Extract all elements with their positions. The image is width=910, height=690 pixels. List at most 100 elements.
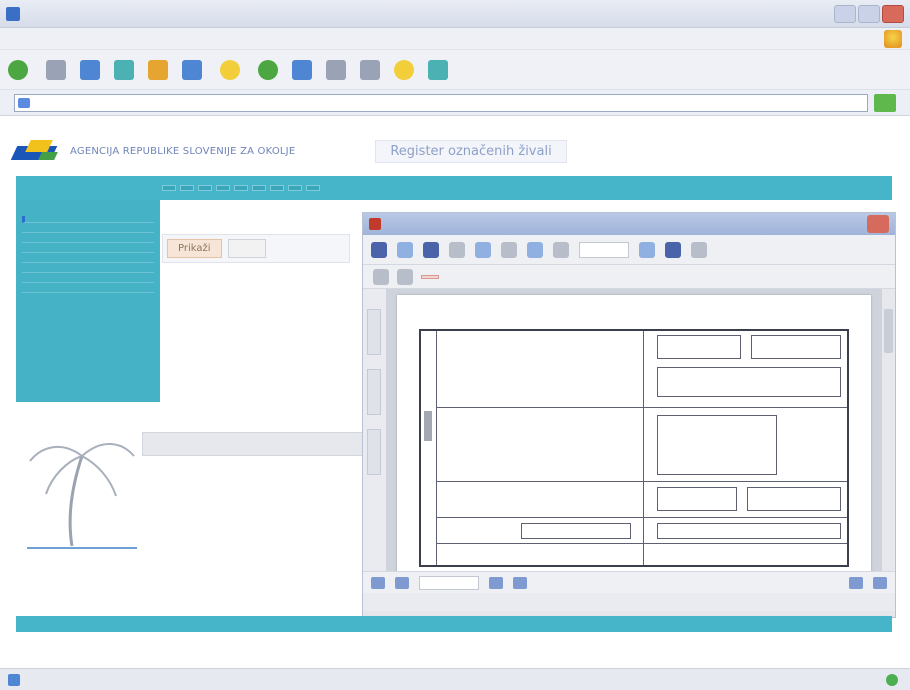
browser-menubar xyxy=(0,28,910,50)
search-icon[interactable] xyxy=(449,241,465,258)
layout-single-icon[interactable] xyxy=(849,576,863,589)
sidebar-item[interactable] xyxy=(22,226,154,233)
back-button[interactable] xyxy=(8,59,32,80)
user-button[interactable] xyxy=(428,59,448,80)
globe-icon xyxy=(886,673,898,686)
doc-field-box xyxy=(521,523,631,539)
bookmarks-tab[interactable] xyxy=(367,309,381,355)
next-page-icon[interactable] xyxy=(489,576,503,589)
print-icon[interactable] xyxy=(397,241,413,258)
show-button[interactable]: Prikaži xyxy=(167,239,222,258)
sidebar-item[interactable] xyxy=(22,216,154,223)
nav-item[interactable] xyxy=(234,185,248,191)
nav-item[interactable] xyxy=(216,185,230,191)
thumbnails-tab[interactable] xyxy=(367,369,381,415)
pdf-app-icon xyxy=(369,218,381,230)
nav-item[interactable] xyxy=(252,185,266,191)
sidebar-item[interactable] xyxy=(22,286,154,293)
back-arrow-icon xyxy=(8,59,28,80)
sidebar-item[interactable] xyxy=(22,236,154,243)
pdf-search-button[interactable] xyxy=(421,274,439,279)
sidebar-item[interactable] xyxy=(22,266,154,273)
home-button[interactable] xyxy=(148,59,168,80)
rotate-icon[interactable] xyxy=(691,241,707,258)
search-panel: Prikaži xyxy=(162,204,362,534)
last-page-icon[interactable] xyxy=(513,576,527,589)
mail-icon xyxy=(326,59,346,80)
nav-item[interactable] xyxy=(306,185,320,191)
pdf-body xyxy=(363,289,895,571)
media-button[interactable] xyxy=(258,59,278,80)
browser-app-icon xyxy=(6,6,20,21)
doc-left-column xyxy=(421,331,437,565)
sidebar-item[interactable] xyxy=(22,246,154,253)
pdf-titlebar xyxy=(363,213,895,235)
zoom-out-icon[interactable] xyxy=(553,241,569,258)
star-icon xyxy=(220,59,240,80)
maximize-button[interactable] xyxy=(858,4,880,23)
sidebar-item[interactable] xyxy=(22,256,154,263)
find-icon[interactable] xyxy=(373,268,389,285)
nav-item[interactable] xyxy=(288,185,302,191)
scroll-thumb[interactable] xyxy=(884,309,893,353)
history-icon xyxy=(292,59,312,80)
history-button[interactable] xyxy=(292,59,312,80)
stop-button[interactable] xyxy=(80,59,100,80)
doc-field-box xyxy=(657,487,737,511)
mail-button[interactable] xyxy=(326,59,346,80)
pdf-navigation-bar xyxy=(363,571,895,593)
doc-field-box xyxy=(747,487,841,511)
favorites-button[interactable] xyxy=(220,59,244,80)
doc-vertical-divider xyxy=(643,331,644,565)
secondary-button[interactable] xyxy=(227,239,266,258)
nav-item[interactable] xyxy=(198,185,212,191)
browser-titlebar xyxy=(0,0,910,28)
nav-item[interactable] xyxy=(180,185,194,191)
nav-item[interactable] xyxy=(162,185,176,191)
address-input[interactable] xyxy=(14,93,868,112)
refresh-button[interactable] xyxy=(114,59,134,80)
hand-tool-icon[interactable] xyxy=(475,241,491,258)
media-icon xyxy=(258,59,278,80)
refresh-icon xyxy=(114,59,134,80)
search-button[interactable] xyxy=(182,59,206,80)
palm-tree-illustration xyxy=(27,442,137,549)
close-button[interactable] xyxy=(882,4,904,23)
layout-continuous-icon[interactable] xyxy=(873,576,887,589)
site-footer-band xyxy=(16,616,892,632)
save-icon[interactable] xyxy=(371,241,387,258)
first-page-icon[interactable] xyxy=(371,576,385,589)
select-tool-icon[interactable] xyxy=(501,241,517,258)
sidebar-item[interactable] xyxy=(22,276,154,283)
pdf-close-button[interactable] xyxy=(867,215,889,233)
messenger-button[interactable] xyxy=(394,59,414,80)
forward-button[interactable] xyxy=(46,59,66,80)
pdf-viewer-window xyxy=(362,212,896,618)
previous-page-icon[interactable] xyxy=(395,576,409,589)
pdf-side-tabs xyxy=(363,289,387,571)
fit-page-icon[interactable] xyxy=(639,241,655,258)
site-header: AGENCIJA REPUBLIKE SLOVENIJE ZA OKOLJE R… xyxy=(10,126,894,176)
doc-field-box xyxy=(751,335,841,359)
minimize-button[interactable] xyxy=(834,4,856,23)
home-icon xyxy=(148,59,168,80)
browser-statusbar xyxy=(0,668,910,690)
go-button[interactable] xyxy=(874,93,896,112)
doc-field-box xyxy=(657,415,777,475)
browser-logo-icon xyxy=(884,29,902,48)
comments-tab[interactable] xyxy=(367,429,381,475)
doc-field-box xyxy=(657,335,741,359)
browser-addressbar xyxy=(0,90,910,116)
zoom-field[interactable] xyxy=(579,241,629,258)
nav-item[interactable] xyxy=(270,185,284,191)
zoom-in-icon[interactable] xyxy=(527,241,543,258)
email-icon[interactable] xyxy=(423,241,439,258)
messenger-icon xyxy=(394,59,414,80)
bookmark-icon[interactable] xyxy=(397,268,413,285)
fit-width-icon[interactable] xyxy=(665,241,681,258)
print-button[interactable] xyxy=(360,59,380,80)
pdf-vertical-scrollbar[interactable] xyxy=(881,289,895,571)
user-icon xyxy=(428,59,448,80)
page-number-field[interactable] xyxy=(419,575,479,590)
search-form: Prikaži xyxy=(162,234,350,263)
